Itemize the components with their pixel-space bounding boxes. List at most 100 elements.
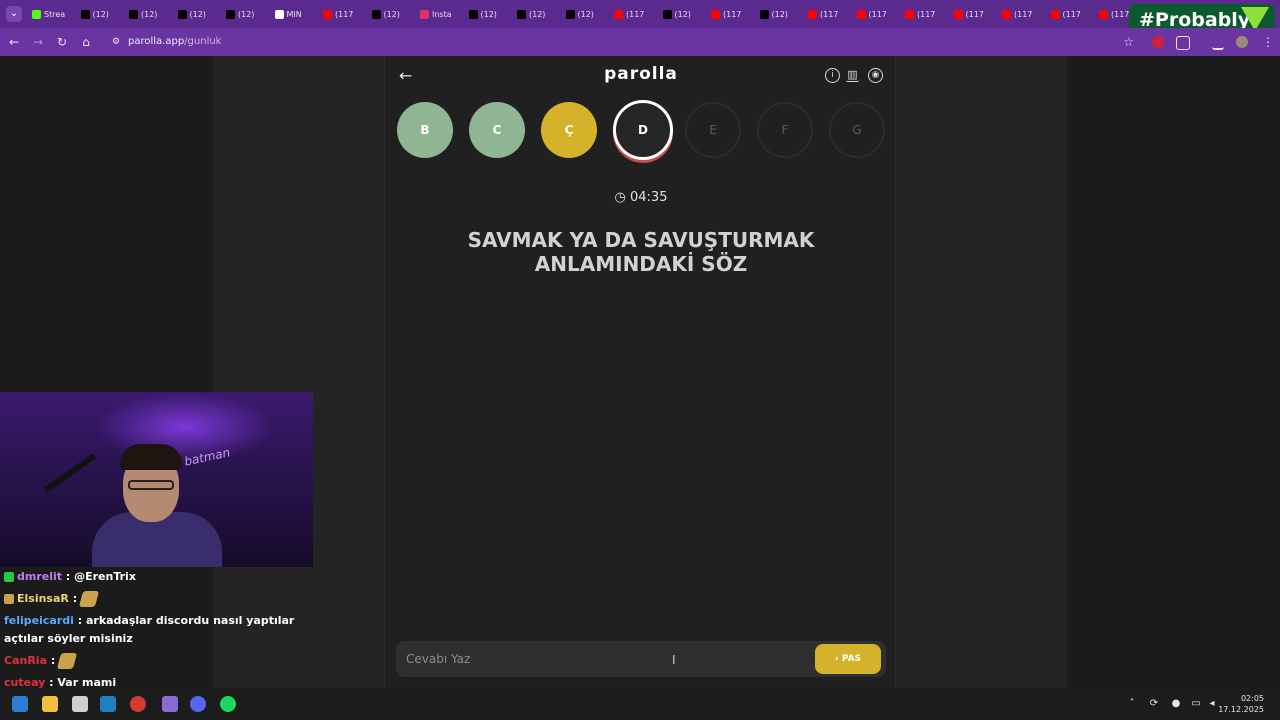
x-icon (662, 9, 672, 19)
home-icon[interactable]: ⌂ (78, 34, 94, 50)
webcam-overlay: batman (0, 392, 313, 567)
browser-tab[interactable]: Strea (28, 4, 72, 24)
app-icon[interactable] (162, 696, 178, 712)
browser-tab[interactable]: (12) (465, 4, 509, 24)
file-explorer-icon[interactable] (42, 696, 58, 712)
edge-icon[interactable] (100, 696, 116, 712)
letter-progress-row: BCÇDEFG (397, 100, 887, 162)
extension-red-icon[interactable] (1152, 36, 1164, 48)
letter-circle: D (613, 100, 673, 160)
browser-tab-label: (117 (335, 9, 354, 19)
clock-icon: ◷ (614, 190, 626, 205)
clock-date: 17.12.2025 (1218, 705, 1264, 714)
browser-tab[interactable]: (12) (513, 4, 557, 24)
x-icon (468, 9, 478, 19)
browser-tab[interactable]: (117 (707, 4, 751, 24)
x-icon (517, 9, 526, 19)
question-line-1: SAVMAK YA DA SAVUŞTURMAK (467, 228, 815, 252)
browser-tab[interactable]: (12) (174, 4, 218, 24)
chat-badge-icon (4, 594, 14, 604)
browser-tab[interactable]: (12) (368, 4, 412, 24)
microphone-icon[interactable]: ● (1170, 698, 1182, 710)
discord-icon[interactable] (190, 696, 206, 712)
browser-tab[interactable]: (12) (77, 4, 121, 24)
browser-tab[interactable]: (12) (659, 4, 703, 24)
browser-tab[interactable]: Insta (416, 4, 460, 24)
spotify-icon[interactable] (220, 696, 236, 712)
bookmark-star-icon[interactable]: ☆ (1123, 32, 1134, 52)
browser-tab-label: (12) (141, 9, 158, 19)
chat-message: CanRia : (4, 652, 304, 670)
browser-tab[interactable]: (117 (853, 4, 897, 24)
chrome-icon[interactable] (130, 696, 146, 712)
stats-chart-icon[interactable]: ▥ (846, 68, 859, 82)
browser-tab[interactable]: (117 (901, 4, 945, 24)
chat-message: felipeicardi : arkadaşlar discordu nasıl… (4, 612, 304, 648)
letter-circle: Ç (541, 102, 597, 158)
streamer-hair (120, 444, 182, 470)
browser-tab[interactable]: (12) (756, 4, 800, 24)
browser-tab-label: (117 (1111, 9, 1130, 19)
x-icon (226, 9, 235, 19)
reading-list-icon[interactable] (1212, 36, 1224, 50)
youtube-icon (1050, 9, 1060, 19)
app-icon[interactable] (72, 696, 88, 712)
browser-tab-label: (117 (868, 9, 887, 19)
extensions-puzzle-icon[interactable] (1176, 36, 1190, 50)
browser-tab[interactable]: (117 (319, 4, 363, 24)
browser-tab[interactable]: (117 (950, 4, 994, 24)
windows-taskbar: ˄ ⟳ ● ▭ ◂ 02:05 17.12.2025 (0, 688, 1280, 720)
x-icon (129, 9, 138, 19)
sync-icon[interactable]: ⟳ (1148, 698, 1160, 710)
question-line-2: ANLAMINDAKİ SÖZ (534, 252, 748, 276)
chat-separator: : (62, 570, 75, 583)
youtube-icon (323, 9, 332, 19)
youtube-icon (953, 9, 963, 19)
answer-input[interactable] (406, 641, 806, 677)
answer-bar: I › PAS (396, 641, 886, 677)
letter-circle: C (469, 102, 525, 158)
browser-tab[interactable]: (117 (1047, 4, 1091, 24)
volume-icon[interactable]: ◂ (1206, 698, 1218, 710)
windows-start-icon[interactable] (12, 696, 28, 712)
browser-tab-label: (117 (917, 9, 936, 19)
network-icon[interactable]: ▭ (1190, 698, 1202, 710)
letter-circle: F (757, 102, 813, 158)
browser-tab-label: (12) (383, 9, 400, 19)
browser-tab-label: (12) (92, 9, 109, 19)
reload-icon[interactable]: ↻ (54, 34, 70, 50)
address-bar[interactable]: ⚙ parolla.app/gunluk ☆ (106, 32, 1142, 52)
user-profile-icon[interactable]: ◉ (868, 68, 883, 83)
browser-menu-icon[interactable]: ⋮ (1260, 34, 1276, 50)
forward-arrow-icon[interactable]: → (30, 34, 46, 50)
site-info-icon[interactable]: ⚙ (112, 37, 122, 47)
profile-avatar[interactable] (1236, 36, 1248, 48)
tab-search-menu-button[interactable]: ⌄ (6, 6, 22, 22)
browser-tab-label: (12) (674, 9, 691, 19)
browser-tab[interactable]: (117 (804, 4, 848, 24)
x-icon (80, 9, 90, 19)
chat-username[interactable]: CanRia (4, 654, 47, 667)
system-clock[interactable]: 02:05 17.12.2025 (1218, 693, 1264, 715)
browser-tab[interactable]: (12) (562, 4, 606, 24)
question-text: SAVMAK YA DA SAVUŞTURMAK ANLAMINDAKİ SÖZ (425, 228, 857, 276)
chat-emote-icon (78, 591, 100, 607)
info-icon[interactable]: i (825, 68, 840, 83)
back-arrow-icon[interactable]: ← (6, 34, 22, 50)
tray-chevron-up-icon[interactable]: ˄ (1126, 698, 1138, 710)
app-title: parolla (604, 64, 678, 84)
youtube-icon (1002, 9, 1011, 19)
pass-button[interactable]: › PAS (815, 644, 881, 674)
browser-tab[interactable]: (12) (125, 4, 169, 24)
browser-tab-label: (12) (189, 9, 206, 19)
browser-tab[interactable]: (117 (998, 4, 1042, 24)
browser-tab-label: (117 (1014, 9, 1033, 19)
chat-username[interactable]: dmrelit (17, 570, 62, 583)
chat-message: dmrelit : @ErenTrix (4, 568, 304, 586)
browser-tab[interactable]: (12) (222, 4, 266, 24)
chat-username[interactable]: felipeicardi (4, 614, 74, 627)
browser-tab[interactable]: MIN (271, 4, 315, 24)
youtube-icon (856, 9, 866, 19)
browser-tab[interactable]: (117 (610, 4, 654, 24)
chat-username[interactable]: ElsinsaR (17, 592, 69, 605)
